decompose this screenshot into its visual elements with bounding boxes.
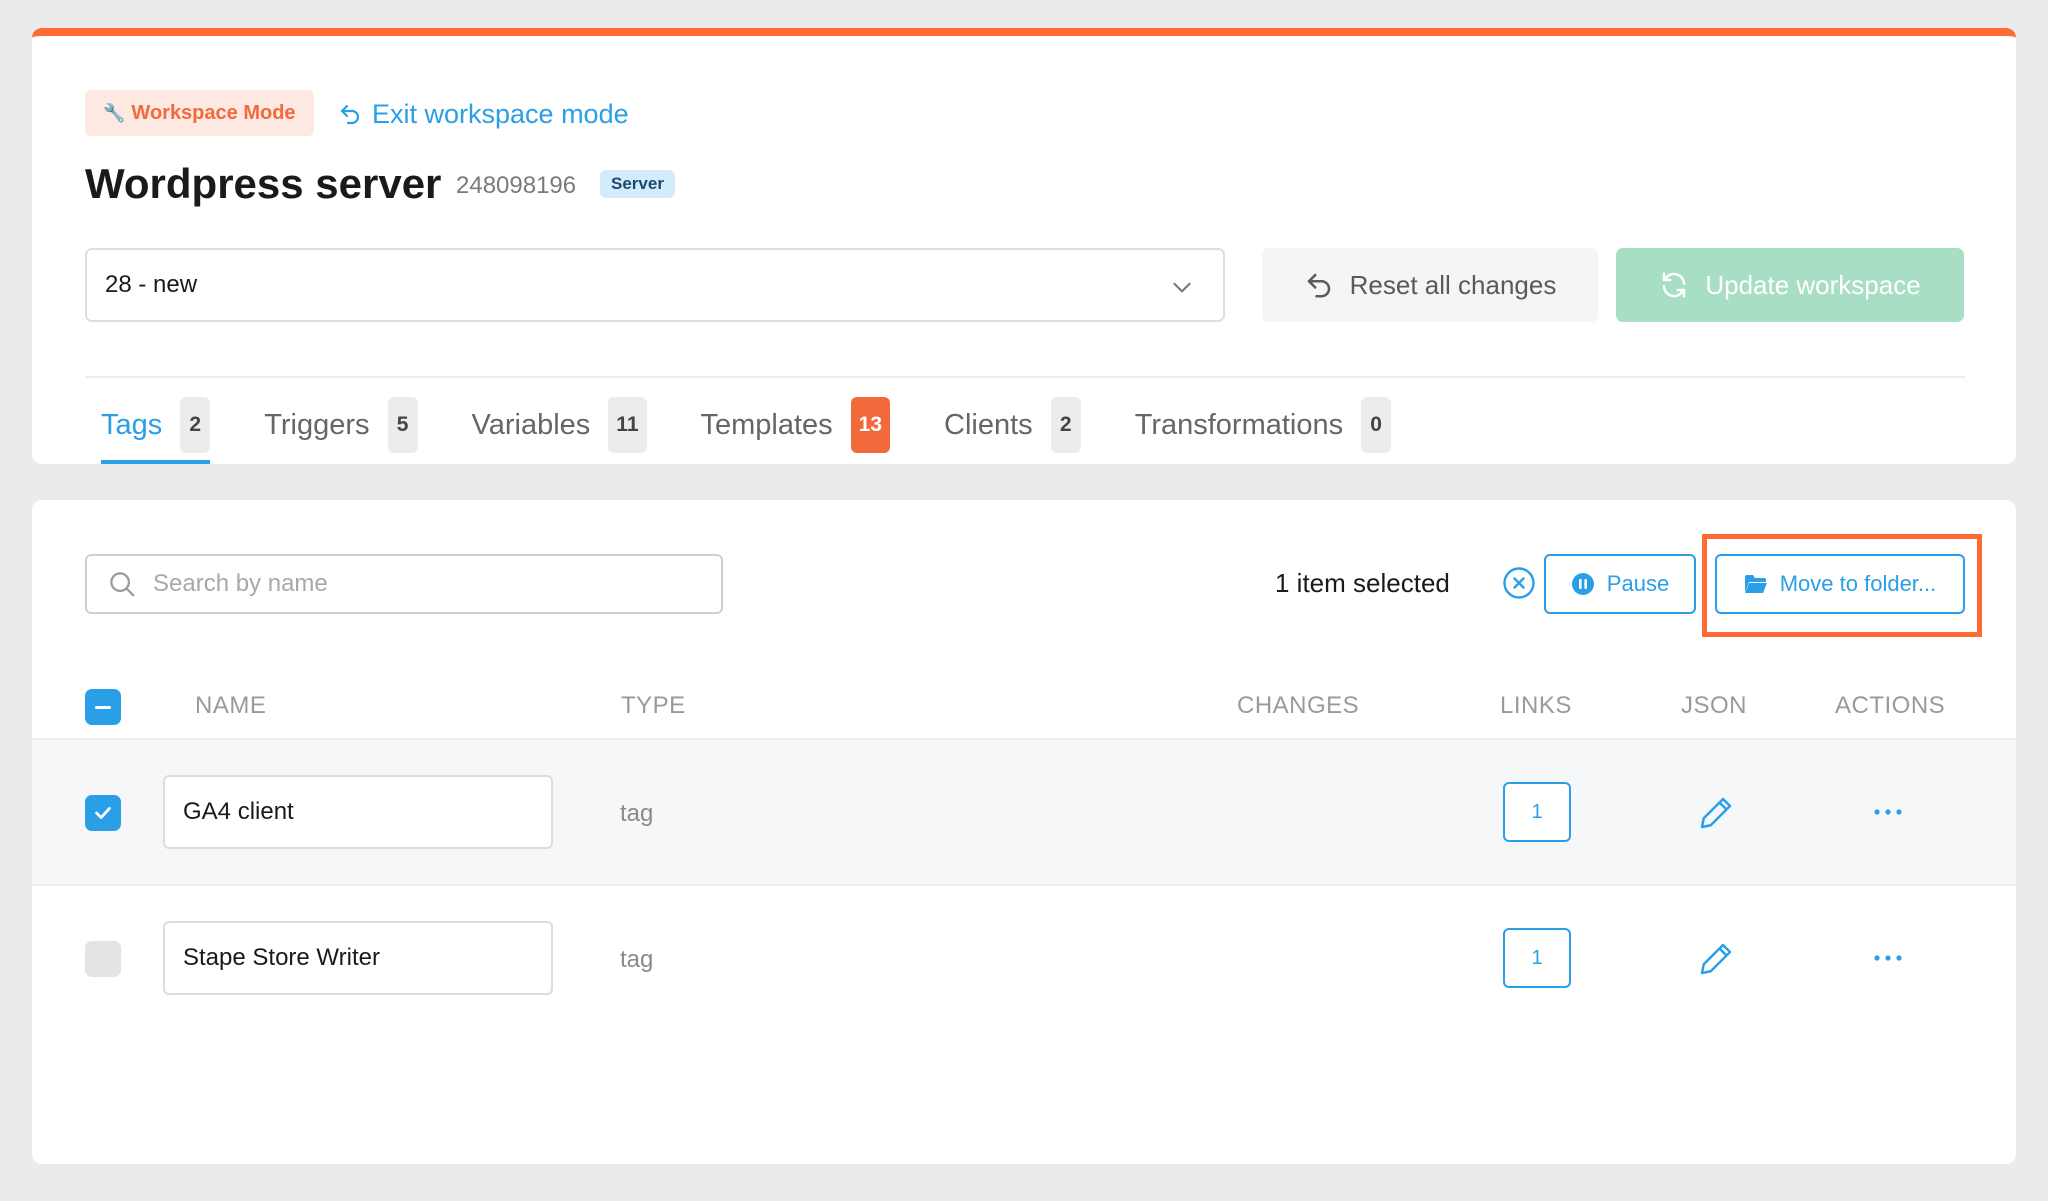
table-row: Stape Store Writer tag 1 [32, 884, 2016, 1030]
search-box[interactable] [85, 554, 723, 614]
workspace-select-value: 28 - new [105, 271, 198, 298]
pause-button[interactable]: Pause [1544, 554, 1696, 614]
column-header-type: TYPE [621, 692, 686, 719]
select-all-checkbox[interactable] [85, 689, 121, 725]
tab-label: Templates [700, 408, 833, 441]
highlight-box [1702, 534, 1982, 637]
undo-icon [1307, 273, 1330, 298]
tag-name-field[interactable]: GA4 client [163, 775, 553, 849]
links-count-button[interactable]: 1 [1503, 928, 1571, 988]
column-header-actions: ACTIONS [1835, 692, 1946, 719]
more-icon[interactable] [1872, 948, 1904, 968]
links-count-button[interactable]: 1 [1503, 782, 1571, 842]
workspace-mode-label: Workspace Mode [131, 101, 296, 124]
row-checkbox[interactable] [85, 795, 121, 831]
column-header-changes: CHANGES [1237, 692, 1360, 719]
update-label: Update workspace [1705, 269, 1921, 300]
reset-label: Reset all changes [1349, 269, 1557, 300]
chevron-down-icon [1173, 282, 1191, 293]
tab-label: Variables [471, 408, 591, 441]
update-workspace-button[interactable]: Update workspace [1616, 248, 1964, 322]
table-row: GA4 client tag 1 [32, 738, 2016, 884]
tab-tags[interactable]: Tags 2 [101, 388, 211, 464]
more-icon[interactable] [1872, 802, 1904, 822]
undo-icon [340, 104, 360, 125]
search-icon [110, 572, 135, 597]
tag-type: tag [620, 800, 654, 827]
tab-count: 5 [387, 397, 418, 453]
column-header-links: LINKS [1500, 692, 1572, 719]
close-circle-icon[interactable] [1502, 566, 1536, 600]
tab-count: 2 [180, 397, 211, 453]
row-checkbox[interactable] [85, 941, 121, 977]
tab-label: Tags [101, 408, 163, 441]
workspace-mode-badge: 🔧 Workspace Mode [85, 90, 314, 136]
check-icon [95, 807, 111, 819]
tab-label: Transformations [1134, 408, 1344, 441]
pencil-icon[interactable] [1695, 792, 1737, 834]
divider [85, 376, 1965, 378]
tab-count: 2 [1050, 397, 1081, 453]
pause-icon [1571, 573, 1594, 595]
wrench-icon: 🔧 [103, 102, 126, 123]
selection-count: 1 item selected [1275, 568, 1450, 598]
search-input[interactable] [153, 570, 693, 598]
tab-triggers[interactable]: Triggers 5 [264, 388, 418, 462]
workspace-header-card: 🔧 Workspace Mode Exit workspace mode Wor… [32, 28, 2016, 464]
pencil-icon[interactable] [1695, 938, 1737, 980]
page-title: Wordpress server [85, 160, 442, 207]
workspace-select[interactable]: 28 - new [85, 248, 1225, 322]
exit-workspace-label: Exit workspace mode [372, 98, 629, 129]
exit-workspace-link[interactable]: Exit workspace mode [338, 94, 629, 134]
tab-clients[interactable]: Clients 2 [944, 388, 1081, 462]
server-id: 248098196 [456, 172, 577, 199]
tag-type: tag [620, 946, 654, 973]
tab-transformations[interactable]: Transformations 0 [1134, 388, 1392, 462]
refresh-icon [1663, 272, 1686, 298]
tab-label: Clients [944, 408, 1033, 441]
tab-bar: Tags 2 Triggers 5 Variables 11 Templates… [85, 388, 1392, 464]
tab-templates[interactable]: Templates 13 [701, 388, 891, 462]
tags-list-card: 1 item selected Pause Move to folder... … [32, 500, 2016, 1164]
column-header-json: JSON [1681, 692, 1748, 719]
reset-all-changes-button[interactable]: Reset all changes [1262, 248, 1598, 322]
column-header-name: NAME [195, 692, 267, 719]
pause-label: Pause [1606, 571, 1670, 596]
tab-label: Triggers [264, 408, 370, 441]
tab-count: 13 [850, 397, 891, 453]
tab-count: 11 [608, 397, 647, 453]
tab-count: 0 [1361, 397, 1392, 453]
tag-name-field[interactable]: Stape Store Writer [163, 921, 553, 995]
tab-variables[interactable]: Variables 11 [472, 388, 647, 462]
server-type-badge: Server [600, 170, 675, 198]
table-header: NAME TYPE CHANGES LINKS JSON ACTIONS [85, 680, 1965, 736]
